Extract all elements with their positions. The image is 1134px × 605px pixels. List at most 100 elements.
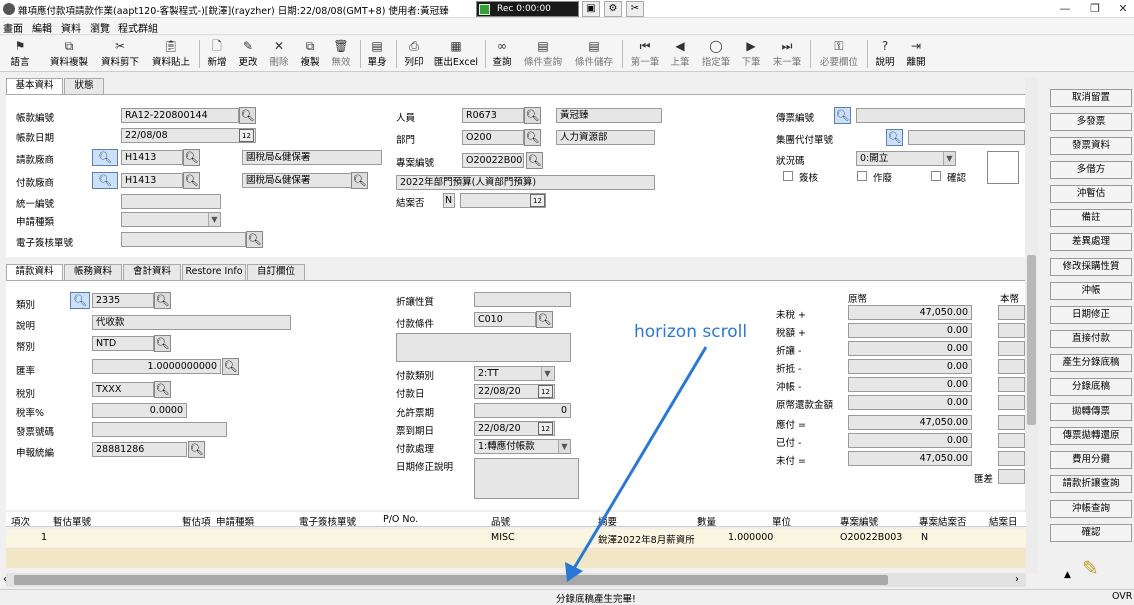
invoice-data-button[interactable]: 發票資料 xyxy=(1050,137,1132,155)
project-field[interactable]: O20022B003 xyxy=(462,153,524,168)
tab-accounting-data[interactable]: 帳務資料 xyxy=(64,264,122,280)
esign-search-icon[interactable]: 🔍︎ xyxy=(246,231,263,248)
pay-vendor-name-search-icon[interactable]: 🔍︎ xyxy=(351,172,368,189)
generate-entry-draft-button[interactable]: 產生分錄底稿 xyxy=(1050,354,1132,372)
chevron-down-icon[interactable]: ▼ xyxy=(558,440,570,453)
modify-purchase-nature-button[interactable]: 修改採購性質 xyxy=(1050,258,1132,276)
entry-draft-button[interactable]: 分錄底稿 xyxy=(1050,378,1132,396)
discount-query-button[interactable]: 請款折讓查詢 xyxy=(1050,475,1132,493)
confirm-checkbox[interactable] xyxy=(931,171,941,181)
minimize-button[interactable]: — xyxy=(1050,1,1080,17)
sign-checkbox[interactable] xyxy=(783,171,793,181)
toolbar-next-button[interactable]: ▶ 下筆 xyxy=(739,38,763,70)
category-search-icon[interactable]: 🔍︎ xyxy=(154,292,171,309)
table-row[interactable]: 1 MISC 銳澤2022年8月薪資所 1.000000 O20022B003 … xyxy=(6,529,1026,547)
tax-id-field[interactable] xyxy=(121,194,221,209)
direct-pay-button[interactable]: 直接付款 xyxy=(1050,330,1132,348)
calendar-icon[interactable]: 12 xyxy=(239,129,254,142)
voucher-lookup-icon[interactable]: 🔍︎ xyxy=(834,107,851,124)
menu-screen[interactable]: 畫面 xyxy=(3,20,23,35)
invoice-field[interactable] xyxy=(92,422,227,437)
person-search-icon[interactable]: 🔍︎ xyxy=(524,107,541,124)
multi-invoice-button[interactable]: 多發票 xyxy=(1050,113,1132,131)
tab-ledger-data[interactable]: 會計資料 xyxy=(123,264,181,280)
currency-field[interactable]: NTD xyxy=(92,336,154,351)
date-note-area[interactable] xyxy=(474,458,579,499)
revert-voucher-button[interactable]: 傳票拋轉還原 xyxy=(1050,427,1132,445)
menu-program-group[interactable]: 程式群組 xyxy=(118,20,158,35)
post-voucher-button[interactable]: 拋轉傳票 xyxy=(1050,403,1132,421)
tab-custom-fields[interactable]: 自訂欄位 xyxy=(247,264,305,280)
pay-vendor-lookup-icon[interactable]: 🔍︎ xyxy=(92,172,118,189)
calendar-icon[interactable]: 12 xyxy=(530,194,545,207)
calendar-icon[interactable]: 12 xyxy=(538,422,553,435)
multi-debit-button[interactable]: 多借方 xyxy=(1050,161,1132,179)
record-icon[interactable] xyxy=(479,4,490,15)
esign-field[interactable] xyxy=(121,232,246,247)
close-button[interactable]: ✕ xyxy=(1108,1,1134,17)
table-row-empty[interactable] xyxy=(6,548,1026,568)
currency-search-icon[interactable]: 🔍︎ xyxy=(154,335,171,352)
remarks-button[interactable]: 備註 xyxy=(1050,209,1132,227)
scroll-up-icon[interactable]: ▲ xyxy=(1064,570,1071,580)
dept-field[interactable]: O200 xyxy=(462,130,524,145)
chevron-down-icon[interactable]: ▼ xyxy=(541,367,553,380)
vertical-scrollbar-thumb[interactable] xyxy=(1027,255,1036,425)
toolbar-first-button[interactable]: ⏮ 第一筆 xyxy=(628,38,662,70)
req-vendor-lookup-icon[interactable]: 🔍︎ xyxy=(92,149,118,166)
declare-field[interactable]: 28881286 xyxy=(92,442,187,457)
variance-button[interactable]: 差異處理 xyxy=(1050,233,1132,251)
settings-icon[interactable]: ⚙ xyxy=(604,1,622,17)
menu-data[interactable]: 資料 xyxy=(61,20,81,35)
toolbar-duplicate-button[interactable]: ⧉ 複製 xyxy=(298,38,322,70)
req-vendor-field[interactable]: H1413 xyxy=(121,150,183,165)
chevron-down-icon[interactable]: ▼ xyxy=(208,213,220,226)
tax-field[interactable]: TXXX xyxy=(92,382,154,397)
offset-query-button[interactable]: 沖帳查詢 xyxy=(1050,500,1132,518)
ap-no-field[interactable]: RA12-220800144 xyxy=(121,108,239,123)
group-pay-field[interactable] xyxy=(908,130,1025,145)
person-field[interactable]: R0673 xyxy=(462,108,524,123)
menu-edit[interactable]: 編輯 xyxy=(32,20,52,35)
ap-date-field[interactable]: 22/08/08 xyxy=(121,128,256,143)
category-field[interactable]: 2335 xyxy=(92,293,154,308)
toolbar-paste-data-button[interactable]: 📋︎ 資料貼上 xyxy=(149,38,193,70)
req-type-select[interactable] xyxy=(121,212,221,227)
toolbar-new-button[interactable]: 🗋︎ 新增 xyxy=(205,38,229,70)
tax-search-icon[interactable]: 🔍︎ xyxy=(154,381,171,398)
maximize-button[interactable]: ❐ xyxy=(1080,1,1110,17)
toolbar-language-button[interactable]: ⚑ 語言 xyxy=(6,38,34,70)
tab-basic-info[interactable]: 基本資料 xyxy=(6,78,63,95)
toolbar-delete-button[interactable]: ✕ 刪除 xyxy=(267,38,291,70)
toolbar-condition-save-button[interactable]: ▤ 條件儲存 xyxy=(572,38,616,70)
offset-estimate-button[interactable]: 沖暫估 xyxy=(1050,185,1132,203)
pay-proc-select[interactable]: 1:轉應付帳款 xyxy=(474,439,571,454)
toolbar-invalid-button[interactable]: 🗑︎ 無效 xyxy=(329,38,353,70)
group-pay-lookup-icon[interactable]: 🔍︎ xyxy=(886,129,903,146)
toolbar-cut-data-button[interactable]: ✂ 資料剪下 xyxy=(97,38,143,70)
toolbar-goto-button[interactable]: ◯ 指定筆 xyxy=(699,38,733,70)
menu-browse[interactable]: 瀏覽 xyxy=(90,20,110,35)
cancel-hold-button[interactable]: 取消留置 xyxy=(1050,89,1132,107)
category-lookup-icon[interactable]: 🔍︎ xyxy=(70,292,90,309)
scroll-right-icon[interactable]: › xyxy=(1015,574,1019,585)
allow-days-field[interactable]: 0 xyxy=(474,403,571,418)
project-search-icon[interactable]: 🔍︎ xyxy=(526,152,543,169)
toolbar-last-button[interactable]: ⏭ 末一筆 xyxy=(770,38,804,70)
pay-vendor-field[interactable]: H1413 xyxy=(121,173,183,188)
folder-icon[interactable]: ▣ xyxy=(582,1,600,17)
expense-allocation-button[interactable]: 費用分攤 xyxy=(1050,451,1132,469)
toolbar-export-excel-button[interactable]: ▦ 匯出Excel xyxy=(433,38,479,70)
toolbar-copy-data-button[interactable]: ⧉ 資料複製 xyxy=(47,38,91,70)
toolbar-prev-button[interactable]: ◀ 上筆 xyxy=(668,38,692,70)
horizontal-scrollbar-thumb[interactable] xyxy=(14,575,888,585)
toolbar-help-button[interactable]: ? 說明 xyxy=(873,38,897,70)
date-correction-button[interactable]: 日期修正 xyxy=(1050,306,1132,324)
chevron-down-icon[interactable]: ▼ xyxy=(943,152,955,165)
closed-field[interactable]: N xyxy=(443,193,455,208)
void-checkbox[interactable] xyxy=(857,171,867,181)
pay-terms-field[interactable]: C010 xyxy=(474,312,536,327)
rate-search-icon[interactable]: 🔍︎ xyxy=(222,358,239,375)
pay-terms-search-icon[interactable]: 🔍︎ xyxy=(536,311,553,328)
toolbar-query-button[interactable]: ∞ 查詢 xyxy=(490,38,514,70)
